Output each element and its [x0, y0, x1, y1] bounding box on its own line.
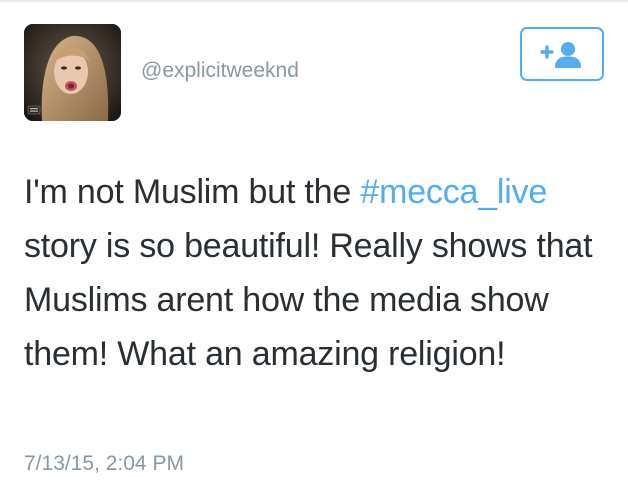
avatar[interactable] — [24, 24, 121, 121]
tweet-text-before: I'm not Muslim but the — [24, 173, 361, 211]
top-divider — [0, 0, 628, 2]
follow-button[interactable] — [520, 27, 604, 81]
user-handle[interactable]: @explicitweeknd — [141, 58, 299, 84]
hashtag-link[interactable]: #mecca_live — [360, 173, 547, 211]
tweet-text: I'm not Muslim but the #mecca_live story… — [24, 165, 614, 381]
timestamp: 7/13/15, 2:04 PM — [24, 452, 184, 475]
add-user-icon — [540, 42, 581, 68]
tweet-text-after: story is so beautiful! Really shows that… — [24, 227, 593, 373]
profile-photo-icon — [24, 24, 121, 121]
